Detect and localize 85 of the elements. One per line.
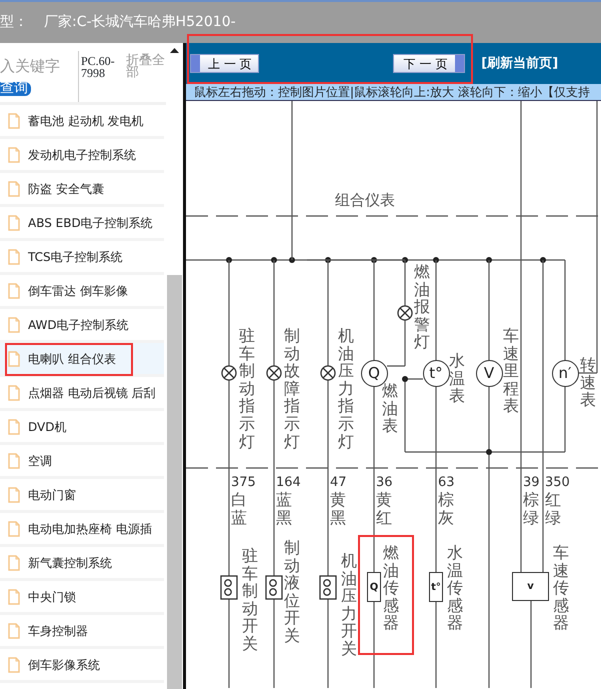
wire-number: 39 bbox=[523, 476, 540, 489]
component-label: 车速传感器 bbox=[553, 544, 569, 632]
component-label: 水温传感器 bbox=[447, 544, 463, 632]
wire-color-label: 棕灰 bbox=[438, 491, 454, 526]
sidebar-item[interactable]: 电动电加热座椅 电源插 bbox=[0, 513, 164, 547]
sidebar-item[interactable]: 电喇叭 组合仪表 bbox=[0, 343, 164, 377]
sidebar-item[interactable]: 发动机电子控制系统 bbox=[0, 139, 164, 173]
document-icon bbox=[8, 622, 20, 638]
sidebar-item[interactable]: 点烟器 电动后视镜 后刮 bbox=[0, 377, 164, 411]
keyword-field[interactable]: 入关键字 bbox=[0, 55, 76, 78]
sidebar-item[interactable]: TCS电子控制系统 bbox=[0, 241, 164, 275]
sidebar-item[interactable]: 倒车雷达 倒车影像 bbox=[0, 275, 164, 309]
lamp-icon bbox=[221, 365, 237, 381]
sidebar-item[interactable]: 新气囊控制系统 bbox=[0, 547, 164, 581]
switch-icon bbox=[265, 575, 283, 600]
wire-color-label: 棕绿 bbox=[523, 491, 539, 526]
component-label: 燃油报警灯 bbox=[414, 263, 430, 351]
component-label: 驻车制动开关 bbox=[242, 547, 258, 653]
gauge-symbol: t° bbox=[422, 360, 450, 386]
wire-number: 164 bbox=[276, 476, 301, 489]
document-icon bbox=[8, 554, 20, 570]
document-icon bbox=[8, 214, 20, 230]
sidebar-item[interactable]: 倒车影像系统 bbox=[0, 649, 164, 683]
sidebar-item[interactable]: 蓄电池 起动机 发电机 bbox=[0, 105, 164, 139]
switch-icon bbox=[220, 575, 238, 600]
sidebar-item[interactable]: 车身控制器 bbox=[0, 615, 164, 649]
document-icon bbox=[8, 180, 20, 196]
document-icon bbox=[8, 418, 20, 434]
document-icon bbox=[8, 656, 20, 672]
maker-label: 厂家:C-长城汽车哈弗H52010- bbox=[44, 13, 236, 32]
wire-color-label: 红绿 bbox=[545, 491, 561, 526]
wire-color-label: 黄红 bbox=[376, 491, 392, 526]
document-icon bbox=[8, 384, 20, 400]
scroll-thumb[interactable] bbox=[167, 275, 182, 689]
component-label: 车速里程表 bbox=[503, 327, 519, 415]
component-label: 机油压力指示灯 bbox=[338, 327, 354, 450]
wire-color-label: 白蓝 bbox=[231, 491, 247, 526]
sidebar-item[interactable]: DVD机 bbox=[0, 411, 164, 445]
scroll-up-icon[interactable] bbox=[170, 48, 179, 53]
sidebar-item[interactable]: 电动门窗 bbox=[0, 479, 164, 513]
previous-page-button[interactable]: 上 一 页 bbox=[190, 54, 259, 73]
wire-number: 350 bbox=[545, 476, 570, 489]
refresh-link[interactable]: [刷新当前页] bbox=[481, 54, 558, 74]
document-icon bbox=[8, 486, 20, 502]
wire-number: 63 bbox=[438, 476, 455, 489]
document-icon bbox=[8, 452, 20, 468]
component-label: 转速表 bbox=[580, 356, 596, 409]
document-icon bbox=[8, 350, 20, 366]
sidebar-item[interactable]: ABS EBD电子控制系统 bbox=[0, 207, 164, 241]
wire-color-label: 蓝黑 bbox=[276, 491, 292, 526]
sidebar-item[interactable]: 防盗 安全气囊 bbox=[0, 173, 164, 207]
section-label: 组合仪表 bbox=[335, 190, 395, 211]
code-text: PC.60-7998 bbox=[78, 51, 118, 102]
document-icon bbox=[8, 520, 20, 536]
lamp-icon bbox=[320, 365, 336, 381]
document-icon bbox=[8, 248, 20, 264]
document-icon bbox=[8, 588, 20, 604]
component-label: 驻车制动指示灯 bbox=[239, 327, 255, 450]
next-page-button[interactable]: 下 一 页 bbox=[392, 54, 466, 73]
switch-icon bbox=[319, 575, 337, 600]
document-icon bbox=[8, 282, 20, 298]
document-icon bbox=[8, 146, 20, 162]
gauge-symbol: V bbox=[476, 360, 502, 386]
component-label: 水温表 bbox=[449, 352, 465, 405]
sensor-symbol: v bbox=[512, 572, 549, 601]
wire-color-label: 黄黑 bbox=[330, 491, 346, 526]
component-label: 燃油传感器 bbox=[383, 544, 399, 632]
wire-number: 47 bbox=[330, 476, 347, 489]
sensor-symbol: Q bbox=[367, 572, 381, 602]
lamp-icon bbox=[266, 365, 282, 381]
sidebar-item[interactable]: 空调 bbox=[0, 445, 164, 479]
sidebar-item[interactable]: 中央门锁 bbox=[0, 581, 164, 615]
document-icon bbox=[8, 112, 20, 128]
search-button[interactable]: 查询 bbox=[0, 82, 31, 96]
component-label: 制动故障指示灯 bbox=[284, 327, 300, 450]
model-label: 型： bbox=[0, 13, 28, 32]
wire-number: 375 bbox=[231, 476, 256, 489]
gauge-symbol: n′ bbox=[552, 360, 578, 386]
component-label: 制动液位开关 bbox=[284, 539, 300, 645]
lamp-icon bbox=[397, 305, 413, 321]
sensor-symbol: t° bbox=[429, 572, 443, 602]
usage-hint: 鼠标左右拖动：控制图片位置|鼠标滚轮向上:放大 滚轮向下：缩小【仅支持 bbox=[186, 84, 601, 101]
wire-number: 36 bbox=[376, 476, 393, 489]
document-icon bbox=[8, 316, 20, 332]
component-label: 机油压力开关 bbox=[341, 552, 357, 658]
